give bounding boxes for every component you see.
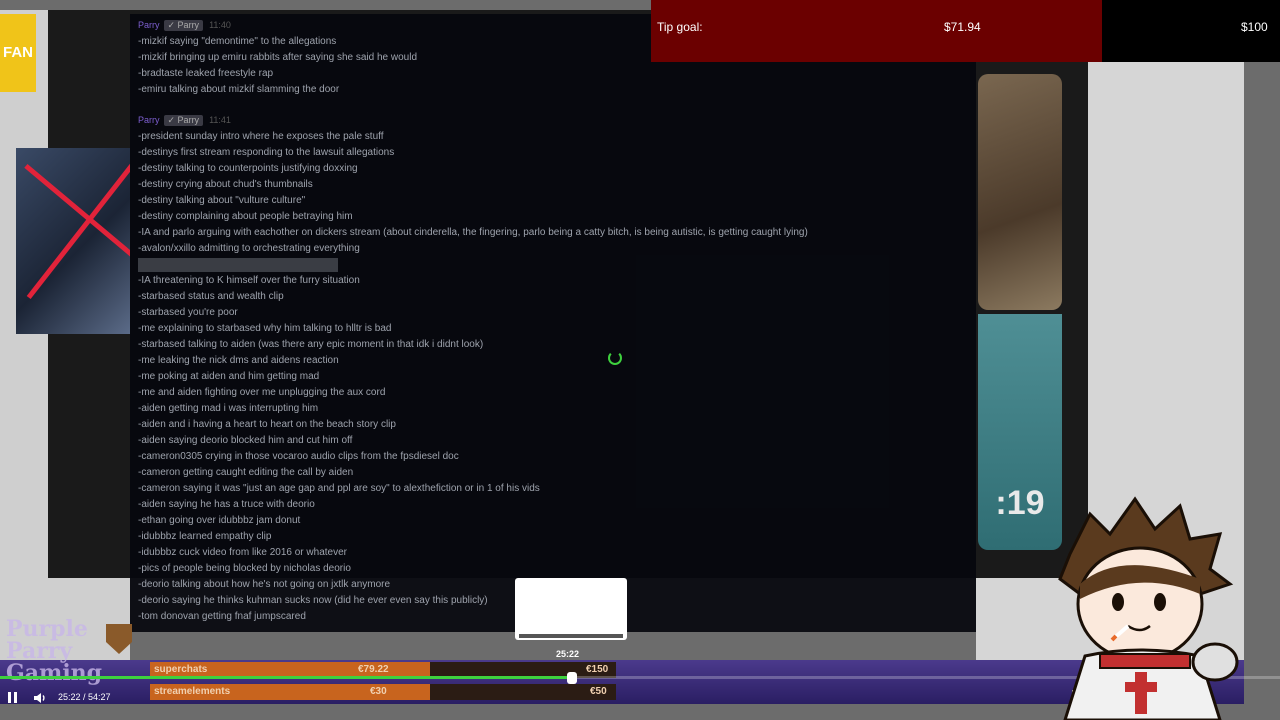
- chat-line: -destinys first stream responding to the…: [138, 147, 395, 158]
- goal-target: €50: [590, 686, 607, 697]
- seek-preview-thumbnail: [515, 578, 627, 640]
- chat-line: -destiny talking about "vulture culture": [138, 195, 306, 206]
- chat-line: -aiden getting mad i was interrupting hi…: [138, 403, 319, 414]
- tip-goal-label: Tip goal:: [657, 20, 703, 34]
- chat-line: -destiny crying about chud's thumbnails: [138, 179, 313, 190]
- chat-line: -me leaking the nick dms and aidens reac…: [138, 355, 339, 366]
- chat-panel: Parry ✓ Parry 11:40 -mizkif saying "demont…: [130, 14, 976, 632]
- chat-line: -IA and parlo arguing with eachother on …: [138, 227, 808, 238]
- chat-line: -mizkif saying "demontime" to the allega…: [138, 36, 337, 47]
- role-badge: ✓ Parry: [163, 20, 204, 31]
- chat-line: -me and aiden fighting over me unpluggin…: [138, 387, 386, 398]
- photo-card: [978, 74, 1062, 310]
- goal-name: superchats: [154, 664, 208, 675]
- timestamp: 11:41: [209, 115, 231, 125]
- goal-current: €30: [370, 686, 387, 697]
- chat-line: -cameron saying it was "just an age gap …: [138, 483, 540, 494]
- chat-line: -aiden saying deorio blocked him and cut…: [138, 435, 353, 446]
- mascot-character-image: [1058, 496, 1239, 720]
- chat-line: -aiden saying he has a truce with deorio: [138, 499, 315, 510]
- goal-name: streamelements: [154, 686, 231, 697]
- username[interactable]: Parry: [138, 115, 160, 125]
- chat-line: -idubbbz cuck video from like 2016 or wh…: [138, 547, 347, 558]
- role-badge: ✓ Parry: [163, 115, 204, 126]
- chat-line: -starbased talking to aiden (was there a…: [138, 339, 484, 350]
- chat-line: -destiny complaining about people betray…: [138, 211, 353, 222]
- goal-target: €150: [586, 664, 609, 675]
- loading-spinner-icon: [608, 351, 622, 365]
- chat-line: -tom donovan getting fnaf jumpscared: [138, 611, 306, 622]
- fan-badge: FAN: [0, 14, 36, 92]
- chat-line: -me poking at aiden and him getting mad: [138, 371, 320, 382]
- chat-line: -mizkif bringing up emiru rabbits after …: [138, 52, 418, 63]
- chat-line: -aiden and i having a heart to heart on …: [138, 419, 396, 430]
- chat-line: -bradtaste leaked freestyle rap: [138, 68, 274, 79]
- pause-icon: [8, 692, 11, 703]
- chat-line: -deorio talking about how he's not going…: [138, 579, 391, 590]
- tip-goal-target: $100: [1241, 20, 1268, 34]
- tip-goal-current: $71.94: [944, 20, 981, 34]
- timestamp: 11:40: [209, 20, 231, 30]
- message-header: Parry ✓ Parry 11:41: [138, 115, 231, 126]
- chat-line: -ethan going over idubbbz jam donut: [138, 515, 301, 526]
- redacted-line: [138, 258, 338, 272]
- volume-button[interactable]: [32, 690, 48, 706]
- speaker-icon: [34, 693, 45, 703]
- chat-line: -starbased status and wealth clip: [138, 291, 284, 302]
- seek-preview-time: 25:22: [556, 649, 580, 659]
- seek-preview-bar: [519, 634, 623, 638]
- pause-button[interactable]: [4, 690, 20, 706]
- chat-line: -president sunday intro where he exposes…: [138, 131, 384, 142]
- tip-goal-fill: [651, 0, 1102, 62]
- chat-line: -cameron0305 crying in those vocaroo aud…: [138, 451, 459, 462]
- goal-current: €79.22: [358, 664, 389, 675]
- username[interactable]: Parry: [138, 20, 160, 30]
- chat-line: -idubbbz learned empathy clip: [138, 531, 272, 542]
- pause-icon: [14, 692, 17, 703]
- chat-line: -IA threatening to K himself over the fu…: [138, 275, 360, 286]
- chat-line: -destiny talking to counterpoints justif…: [138, 163, 358, 174]
- progress-handle[interactable]: [567, 672, 577, 684]
- crossed-out-photo: [16, 148, 130, 334]
- time-display: 25:22 / 54:27: [58, 692, 111, 702]
- chat-line: -cameron getting caught editing the call…: [138, 467, 354, 478]
- message-header: Parry ✓ Parry 11:40: [138, 20, 231, 31]
- chat-line: -avalon/xxillo admitting to orchestratin…: [138, 243, 360, 254]
- chat-line: -emiru talking about mizkif slamming the…: [138, 84, 340, 95]
- progress-fill: [0, 676, 572, 679]
- chat-line: -pics of people being blocked by nichola…: [138, 563, 351, 574]
- chat-line: -me explaining to starbased why him talk…: [138, 323, 392, 334]
- chat-line: -deorio saying he thinks kuhman sucks no…: [138, 595, 488, 606]
- chat-line: -starbased you're poor: [138, 307, 238, 318]
